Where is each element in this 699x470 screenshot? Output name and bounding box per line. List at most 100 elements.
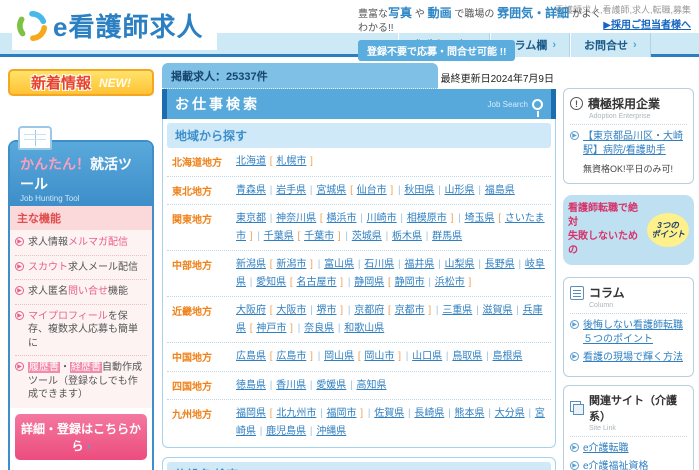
prefecture-link[interactable]: 長野県 xyxy=(485,259,515,270)
prefecture-link[interactable]: 仙台市 xyxy=(357,185,387,196)
new-info-banner[interactable]: 新着情報 NEW! xyxy=(8,69,154,96)
prefecture-link[interactable]: 愛媛県 xyxy=(316,380,346,391)
region-label: 中部地方 xyxy=(172,261,212,272)
prefecture-link[interactable]: 福井県 xyxy=(404,259,434,270)
prefecture-link[interactable]: 茨城県 xyxy=(352,231,382,242)
prefecture-link[interactable]: 香川県 xyxy=(276,380,306,391)
prefecture-link[interactable]: 広島市 xyxy=(276,351,306,362)
prefecture-link[interactable]: 熊本県 xyxy=(455,408,485,419)
prefecture-link[interactable]: 岩手県 xyxy=(276,185,306,196)
separator: | xyxy=(357,213,366,224)
separator: | xyxy=(485,408,494,419)
bracket: ] xyxy=(387,184,396,196)
prefecture-link[interactable]: 石川県 xyxy=(364,259,394,270)
prefecture-link[interactable]: 三重県 xyxy=(442,305,472,316)
bracket: [ xyxy=(347,184,356,196)
prefecture-link[interactable]: 和歌山県 xyxy=(344,323,384,334)
region-row: 近畿地方 大阪府 [ 大阪市 | 堺市 ] | 京都府 [ 京都市 ] | 三重県… xyxy=(167,297,551,343)
column-link[interactable]: ▶ 看護の現場で輝く方法 xyxy=(570,351,687,365)
feature-text: 求人情報 xyxy=(28,237,68,248)
prefecture-link[interactable]: 新潟県 xyxy=(236,259,266,270)
prefecture-link[interactable]: 宮城県 xyxy=(316,185,346,196)
prefecture-link[interactable]: 佐賀県 xyxy=(374,408,404,419)
prefecture-link[interactable]: 沖縄県 xyxy=(316,426,346,437)
prefecture-link[interactable]: 徳島県 xyxy=(236,380,266,391)
three-points-banner[interactable]: 看護師転職で絶対 失敗しないための 3つの ポイント xyxy=(563,195,694,265)
prefecture-link[interactable]: 千葉市 xyxy=(304,231,334,242)
tool-subtitle: Job Hunting Tool xyxy=(20,194,80,203)
prefecture-link[interactable]: 千葉県 xyxy=(264,231,294,242)
arrow-bullet-icon: ▶ xyxy=(15,286,24,295)
prefecture-link[interactable]: 岡山市 xyxy=(364,351,394,362)
site-logo[interactable]: e看護師求人 xyxy=(12,4,218,50)
prefecture-link[interactable]: 群馬県 xyxy=(432,231,462,242)
last-updated: 最終更新日2024年7月9日 xyxy=(440,74,554,85)
prefecture-link[interactable]: 京都府 xyxy=(354,305,384,316)
prefecture-link[interactable]: 静岡県 xyxy=(354,277,384,288)
prefecture-link[interactable]: 栃木県 xyxy=(392,231,422,242)
prefecture-link[interactable]: 愛知県 xyxy=(256,277,286,288)
prefecture-link[interactable]: 長崎県 xyxy=(414,408,444,419)
bracket: [ xyxy=(267,408,276,419)
prefecture-link[interactable]: 鳥取県 xyxy=(452,351,482,362)
prefecture-link[interactable]: 山口県 xyxy=(412,351,442,362)
prefecture-link[interactable]: 秋田県 xyxy=(404,185,434,196)
prefecture-link[interactable]: 北九州市 xyxy=(276,408,316,419)
region-search-box: 地域から探す 北海道地方 北海道 [ 札幌市 ] 東北地方 青森県 | 岩手県 | … xyxy=(162,119,556,448)
prefecture-link[interactable]: 大分県 xyxy=(495,408,525,419)
prefecture-link[interactable]: 福島県 xyxy=(485,185,515,196)
prefecture-link[interactable]: 岡山県 xyxy=(324,351,354,362)
adoption-title: 積極採用企業 xyxy=(588,97,661,111)
bracket: [ xyxy=(267,351,276,362)
prefecture-link[interactable]: 広島県 xyxy=(236,351,266,362)
prefecture-link[interactable]: 横浜市 xyxy=(327,213,357,224)
adoption-note: 無資格OK!平日のみ可! xyxy=(583,164,674,174)
region-row: 九州地方 福岡県 [ 北九州市 | 福岡市 ] | 佐賀県 | 長崎県 | 熊本県… xyxy=(167,400,551,445)
prefecture-link[interactable]: 富山県 xyxy=(324,259,354,270)
bracket: [ xyxy=(355,351,364,362)
prefecture-link[interactable]: 埼玉県 xyxy=(465,213,495,224)
prefecture-link[interactable]: 堺市 xyxy=(317,305,337,316)
bracket: ] xyxy=(447,213,457,224)
prefecture-link[interactable]: 山梨県 xyxy=(445,259,475,270)
adoption-job-link[interactable]: ▶ 【東京都品川区・大崎駅】病院/看護助手 xyxy=(570,130,687,157)
prefecture-link[interactable]: 東京都 xyxy=(236,213,266,224)
points-line2: 失敗しないための xyxy=(568,231,638,256)
column-link[interactable]: ▶ 後悔しない看護師転職５つのポイント xyxy=(570,319,687,346)
prefecture-link[interactable]: 島根県 xyxy=(492,351,522,362)
prefecture-link[interactable]: 浜松市 xyxy=(435,277,465,288)
prefecture-link[interactable]: 福岡県 xyxy=(236,408,266,419)
site-link[interactable]: ▶ e介護転職 xyxy=(570,442,687,456)
recruiter-link[interactable]: ▶採用ご担当者様へ xyxy=(603,16,691,31)
prefecture-link[interactable]: 大阪府 xyxy=(236,305,266,316)
prefecture-link[interactable]: 名古屋市 xyxy=(297,277,337,288)
prefecture-link[interactable]: 川崎市 xyxy=(367,213,397,224)
region-row: 関東地方 東京都 | 神奈川県 [ 横浜市 | 川崎市 | 相模原市 ] | 埼玉… xyxy=(167,205,551,251)
prefecture-link[interactable]: 大阪市 xyxy=(276,305,306,316)
prefecture-link[interactable]: 北海道 xyxy=(236,156,266,167)
bracket: [ xyxy=(495,213,504,224)
prefecture-link[interactable]: 京都市 xyxy=(395,305,425,316)
register-button[interactable]: 詳細・登録はこちらから › xyxy=(15,413,147,460)
prefecture-link[interactable]: 静岡市 xyxy=(395,277,425,288)
prefecture-link[interactable]: 鹿児島県 xyxy=(266,426,306,437)
prefecture-link[interactable]: 奈良県 xyxy=(304,323,334,334)
prefecture-link[interactable]: 山形県 xyxy=(445,185,475,196)
prefecture-link[interactable]: 福岡市 xyxy=(327,408,357,419)
prefecture-link[interactable]: 新潟市 xyxy=(276,259,306,270)
separator: | xyxy=(317,259,324,270)
bracket: [ xyxy=(267,305,276,316)
prefecture-link[interactable]: 札幌市 xyxy=(276,156,306,167)
site-link[interactable]: ▶ e介護福祉資格 xyxy=(570,460,687,470)
prefecture-link[interactable]: 滋賀県 xyxy=(482,305,512,316)
prefecture-link[interactable]: 高知県 xyxy=(356,380,386,391)
bracket: ] xyxy=(337,276,346,288)
region-prefectures: 青森県 | 岩手県 | 宮城県 [ 仙台市 ] | 秋田県 | 山形県 | 福島… xyxy=(236,182,546,200)
prefecture-link[interactable]: 青森県 xyxy=(236,185,266,196)
column-link-text: 後悔しない看護師転職５つのポイント xyxy=(583,320,683,345)
prefecture-link[interactable]: 神戸市 xyxy=(256,323,286,334)
arrow-bullet-icon: ▶ xyxy=(570,320,579,329)
account-links: → 登録内容の確認・変更→ パスワードを忘れたら→ 退会処理 xyxy=(10,464,152,470)
prefecture-link[interactable]: 相模原市 xyxy=(407,213,447,224)
prefecture-link[interactable]: 神奈川県 xyxy=(276,213,316,224)
